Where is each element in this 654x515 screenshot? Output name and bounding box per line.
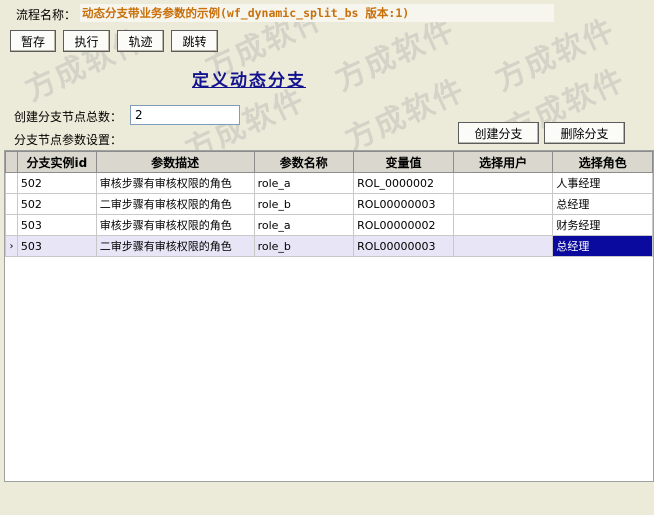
select-user-cell[interactable]: [452, 172, 554, 194]
select-user-cell[interactable]: [452, 193, 554, 215]
row-indicator: [5, 193, 18, 215]
watermark: 方成软件: [340, 72, 471, 159]
param-name-cell[interactable]: role_a: [253, 214, 355, 236]
table-row-selected[interactable]: › 503 二审步骤有审核权限的角色 role_b ROL00000003 总经…: [5, 235, 653, 257]
process-name-label: 流程名称：: [16, 8, 77, 22]
column-header[interactable]: 选择用户: [452, 151, 554, 173]
row-indicator-header: [5, 151, 18, 173]
row-indicator: [5, 214, 18, 236]
select-role-cell[interactable]: 总经理: [552, 235, 653, 257]
branch-id-cell[interactable]: 503: [16, 235, 97, 257]
row-indicator: [5, 172, 18, 194]
variable-value-cell[interactable]: ROL00000003: [353, 193, 454, 215]
select-user-cell[interactable]: [452, 214, 554, 236]
param-desc-cell[interactable]: 二审步骤有审核权限的角色: [95, 193, 255, 215]
param-desc-cell[interactable]: 审核步骤有审核权限的角色: [95, 172, 255, 194]
column-header[interactable]: 参数描述: [95, 151, 255, 173]
table-row[interactable]: 503 审核步骤有审核权限的角色 role_a ROL00000002 财务经理: [5, 214, 653, 236]
variable-value-cell[interactable]: ROL_0000002: [353, 172, 454, 194]
column-header[interactable]: 变量值: [353, 151, 454, 173]
select-role-cell[interactable]: 总经理: [552, 193, 653, 215]
variable-value-cell[interactable]: ROL00000002: [353, 214, 454, 236]
column-header[interactable]: 分支实例id: [16, 151, 97, 173]
param-desc-cell[interactable]: 审核步骤有审核权限的角色: [95, 214, 255, 236]
process-title-bar: 流程名称： 动态分支带业务参数的示例(wf_dynamic_split_bs 版…: [0, 0, 654, 26]
branch-id-cell[interactable]: 502: [16, 193, 97, 215]
column-header[interactable]: 参数名称: [253, 151, 355, 173]
page-heading: 定义动态分支: [192, 71, 306, 91]
branch-count-input[interactable]: [130, 105, 240, 125]
select-user-cell[interactable]: [452, 235, 554, 257]
params-table: 分支实例id 参数描述 参数名称 变量值 选择用户 选择角色 502 审核步骤有…: [5, 151, 653, 257]
branch-count-label: 创建分支节点总数：: [14, 110, 123, 124]
param-desc-cell[interactable]: 二审步骤有审核权限的角色: [95, 235, 255, 257]
jump-button[interactable]: 跳转: [171, 30, 218, 52]
param-name-cell[interactable]: role_a: [253, 172, 355, 194]
grid-header-row: 分支实例id 参数描述 参数名称 变量值 选择用户 选择角色: [5, 151, 653, 173]
create-branch-button[interactable]: 创建分支: [458, 122, 539, 144]
param-name-cell[interactable]: role_b: [253, 193, 355, 215]
table-row[interactable]: 502 审核步骤有审核权限的角色 role_a ROL_0000002 人事经理: [5, 172, 653, 194]
branch-params-label: 分支节点参数设置：: [14, 133, 123, 147]
row-indicator: ›: [5, 235, 18, 257]
table-row[interactable]: 502 二审步骤有审核权限的角色 role_b ROL00000003 总经理: [5, 193, 653, 215]
param-name-cell[interactable]: role_b: [253, 235, 355, 257]
save-draft-button[interactable]: 暂存: [10, 30, 56, 52]
variable-value-cell[interactable]: ROL00000003: [353, 235, 454, 257]
branch-params-grid[interactable]: 分支实例id 参数描述 参数名称 变量值 选择用户 选择角色 502 审核步骤有…: [4, 150, 654, 482]
delete-branch-button[interactable]: 删除分支: [544, 122, 625, 144]
select-role-cell[interactable]: 财务经理: [552, 214, 653, 236]
execute-button[interactable]: 执行: [63, 30, 110, 52]
branch-id-cell[interactable]: 502: [16, 172, 97, 194]
select-role-cell[interactable]: 人事经理: [552, 172, 653, 194]
column-header[interactable]: 选择角色: [552, 151, 653, 173]
process-name-value: 动态分支带业务参数的示例(wf_dynamic_split_bs 版本:1): [80, 4, 554, 22]
trace-button[interactable]: 轨迹: [117, 30, 164, 52]
branch-id-cell[interactable]: 503: [16, 214, 97, 236]
